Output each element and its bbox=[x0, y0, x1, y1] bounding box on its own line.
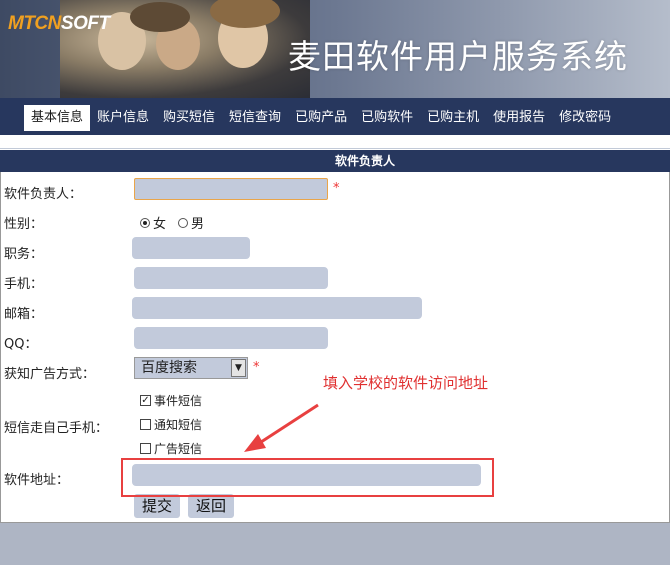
main-nav: 基本信息 账户信息 购买短信 短信查询 已购产品 已购软件 已购主机 使用报告 … bbox=[0, 98, 670, 135]
checkbox-unchecked-icon bbox=[140, 443, 151, 454]
radio-unchecked-icon bbox=[178, 217, 188, 228]
sms-notice-label: 通知短信 bbox=[154, 418, 203, 432]
gender-male-label: 男 bbox=[191, 217, 205, 232]
header-banner: MTCNSOFT 麦田软件用户服务系统 bbox=[0, 0, 670, 98]
required-mark: * bbox=[333, 181, 340, 196]
email-input[interactable] bbox=[132, 297, 422, 319]
tab-sms-query[interactable]: 短信查询 bbox=[222, 105, 288, 131]
checkbox-unchecked-icon bbox=[140, 419, 151, 430]
brand-logo: MTCNSOFT bbox=[8, 13, 110, 35]
mobile-label: 手机： bbox=[4, 277, 44, 292]
logo-part-1: MTCN bbox=[8, 13, 61, 34]
responsible-input[interactable] bbox=[134, 178, 328, 200]
tab-change-password[interactable]: 修改密码 bbox=[552, 105, 618, 131]
qq-label: QQ： bbox=[4, 337, 38, 352]
tab-basic-info[interactable]: 基本信息 bbox=[24, 105, 91, 131]
annotation-text: 填入学校的软件访问地址 bbox=[323, 374, 489, 392]
checkbox-checked-icon: ✓ bbox=[140, 395, 151, 406]
ad-source-label: 获知广告方式： bbox=[4, 367, 96, 382]
sms-ad-label: 广告短信 bbox=[154, 442, 203, 456]
footer-bar bbox=[0, 522, 670, 565]
sms-event-checkbox[interactable]: ✓ 事件短信 bbox=[140, 392, 202, 409]
position-label: 职务： bbox=[4, 247, 44, 262]
radio-checked-icon bbox=[140, 217, 150, 228]
logo-part-2: SOFT bbox=[60, 13, 110, 34]
app-title: 麦田软件用户服务系统 bbox=[288, 37, 628, 76]
sms-ad-checkbox[interactable]: 广告短信 bbox=[140, 440, 202, 457]
gender-label: 性别： bbox=[4, 217, 44, 232]
email-label: 邮箱： bbox=[4, 307, 44, 322]
submit-button[interactable]: 提交 bbox=[134, 494, 180, 518]
tab-purchased-products[interactable]: 已购产品 bbox=[288, 105, 354, 131]
required-mark-ad: * bbox=[253, 360, 260, 375]
mobile-input[interactable] bbox=[134, 267, 328, 289]
tab-account-info[interactable]: 账户信息 bbox=[90, 105, 156, 131]
software-url-label: 软件地址： bbox=[4, 473, 70, 488]
responsible-form: 软件负责人： * 性别： 女 男 职务： 手机： 邮箱： QQ： 获知广告方式：… bbox=[0, 172, 670, 522]
sms-event-label: 事件短信 bbox=[154, 394, 203, 408]
chevron-down-icon[interactable]: ▼ bbox=[231, 359, 246, 377]
separator-strip bbox=[0, 135, 670, 149]
ad-source-value: 百度搜索 bbox=[141, 360, 197, 376]
responsible-label: 软件负责人： bbox=[4, 187, 83, 202]
back-button[interactable]: 返回 bbox=[188, 494, 234, 518]
position-input[interactable] bbox=[132, 237, 250, 259]
tab-purchased-software[interactable]: 已购软件 bbox=[354, 105, 420, 131]
sms-notice-checkbox[interactable]: 通知短信 bbox=[140, 416, 202, 433]
annotation-highlight-box bbox=[121, 458, 494, 497]
sms-label: 短信走自己手机： bbox=[4, 421, 109, 436]
tab-buy-sms[interactable]: 购买短信 bbox=[156, 105, 222, 131]
gender-female-radio[interactable]: 女 bbox=[140, 213, 166, 232]
tab-purchased-hosts[interactable]: 已购主机 bbox=[420, 105, 486, 131]
tab-usage-report[interactable]: 使用报告 bbox=[486, 105, 552, 131]
gender-female-label: 女 bbox=[153, 217, 167, 232]
section-title: 软件负责人 bbox=[0, 150, 670, 172]
gender-male-radio[interactable]: 男 bbox=[178, 213, 204, 232]
ad-source-select[interactable]: 百度搜索 ▼ bbox=[134, 357, 248, 379]
qq-input[interactable] bbox=[134, 327, 328, 349]
